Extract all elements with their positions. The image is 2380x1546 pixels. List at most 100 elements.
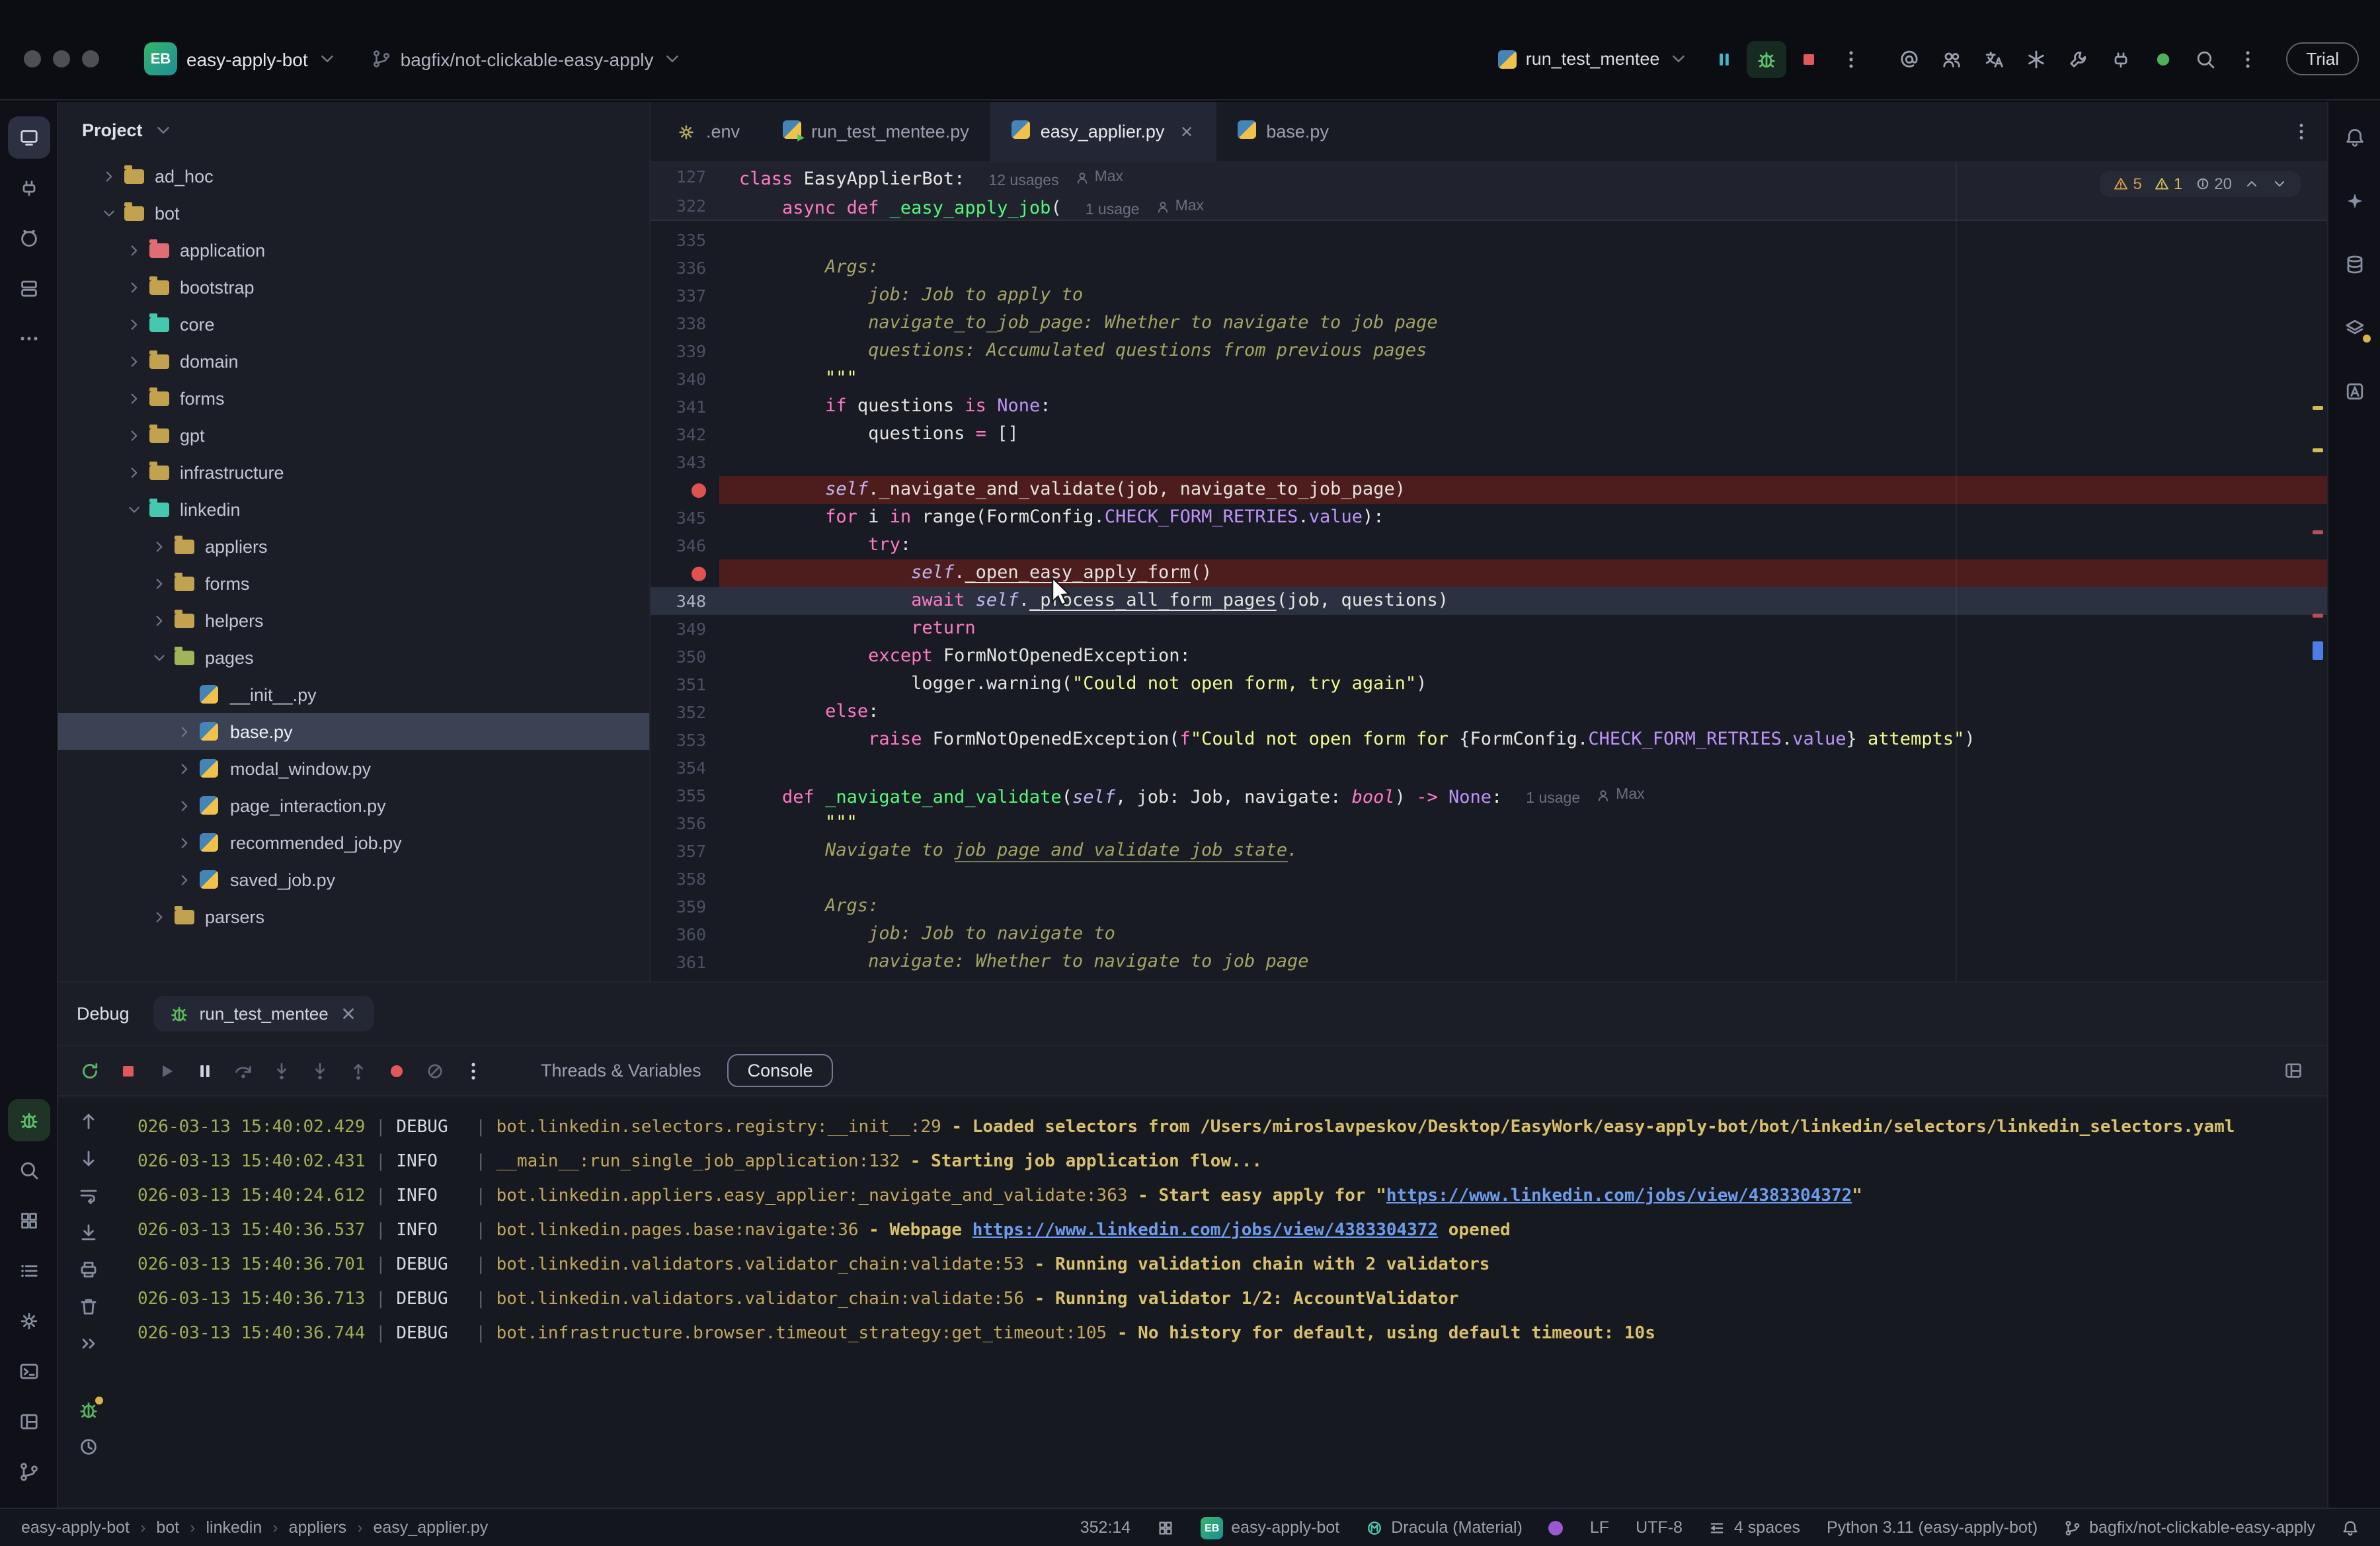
rerun-icon[interactable] — [71, 1053, 107, 1088]
inspections-widget[interactable]: 51 20 — [2100, 171, 2301, 197]
git-branch-widget[interactable]: bagfix/not-clickable-easy-apply — [2064, 1518, 2315, 1537]
line-separator[interactable]: LF — [1590, 1518, 1609, 1537]
project-widget[interactable]: EBeasy-apply-bot — [1201, 1516, 1339, 1539]
tree-item-pages[interactable]: pages — [58, 639, 649, 676]
chevron-right-icon[interactable] — [172, 871, 196, 888]
translate-icon[interactable] — [1974, 40, 2014, 77]
debug-icon[interactable] — [1747, 40, 1786, 77]
chevron-right-icon[interactable] — [172, 723, 196, 740]
breadcrumb-item-linkedin[interactable]: linkedin — [206, 1518, 262, 1537]
view-breakpoints-icon[interactable] — [378, 1053, 414, 1088]
settings-icon[interactable] — [7, 1300, 50, 1342]
close-icon[interactable] — [339, 1004, 359, 1024]
next-issue-icon[interactable] — [2272, 176, 2287, 192]
screen-icon[interactable] — [7, 116, 50, 159]
print-icon[interactable] — [78, 1259, 99, 1280]
force-step-into-icon[interactable] — [301, 1053, 337, 1088]
debug-session-tab[interactable]: run_test_mentee — [153, 996, 375, 1032]
tab-run_test_mentee.py[interactable]: run_test_mentee.py — [761, 102, 990, 161]
tree-item-page_interaction.py[interactable]: page_interaction.py — [58, 787, 649, 824]
ai-icon[interactable] — [2333, 180, 2375, 222]
record-icon[interactable] — [2143, 40, 2183, 77]
github-icon[interactable] — [7, 217, 50, 259]
console-link[interactable]: https://www.linkedin.com/jobs/view/43833… — [1386, 1186, 1852, 1206]
gutter-344[interactable] — [651, 476, 719, 504]
problems-icon[interactable] — [7, 1401, 50, 1443]
chevron-right-icon[interactable] — [122, 315, 145, 333]
usages-hint[interactable]: 1 usage — [1526, 791, 1580, 807]
tree-item-bot[interactable]: bot — [58, 194, 649, 231]
warning-stripe-mark[interactable] — [2313, 406, 2323, 410]
search-icon[interactable] — [2186, 40, 2225, 77]
mute-breakpoints-icon[interactable] — [416, 1053, 452, 1088]
tree-item-core[interactable]: core — [58, 305, 649, 343]
breakpoint-dot[interactable] — [692, 483, 706, 497]
chevron-right-icon[interactable] — [172, 797, 196, 814]
debug-view-tab-console[interactable]: Console — [728, 1054, 833, 1087]
console-output[interactable]: 026-03-13 15:40:02.429 | DEBUG| bot.link… — [119, 1098, 2327, 1508]
tree-item-linkedin[interactable]: linkedin — [58, 491, 649, 528]
arrow-down-icon[interactable] — [78, 1148, 99, 1169]
caret-position[interactable]: 352:14 — [1080, 1518, 1130, 1537]
chevron-right-icon[interactable] — [122, 389, 145, 407]
notifications-icon[interactable] — [2333, 116, 2375, 159]
gutter-347[interactable] — [651, 559, 719, 587]
terminal-icon[interactable] — [7, 1350, 50, 1393]
tree-item-base.py[interactable]: base.py — [58, 713, 649, 750]
tree-item-recommended_job.py[interactable]: recommended_job.py — [58, 824, 649, 861]
ai-assistant-icon[interactable] — [1889, 40, 1929, 77]
git-branch-widget[interactable]: bagfix/not-clickable-easy-apply — [364, 43, 691, 75]
tree-item-appliers[interactable]: appliers — [58, 528, 649, 565]
wrench-icon[interactable] — [2059, 40, 2098, 77]
sticky-line-322[interactable]: 322 async def _easy_apply_job(1 usageMax — [651, 192, 2327, 221]
chevron-down-icon[interactable] — [122, 501, 145, 518]
scroll-end-icon[interactable] — [78, 1222, 99, 1243]
author-hint[interactable]: Max — [1596, 782, 1644, 809]
tree-item-forms[interactable]: forms — [58, 380, 649, 417]
window-layout[interactable] — [1157, 1519, 1174, 1536]
stop-icon[interactable] — [110, 1053, 145, 1088]
debug-process-icon[interactable] — [78, 1399, 99, 1420]
users-icon[interactable] — [1932, 40, 1971, 77]
info-count[interactable]: 20 — [2194, 175, 2232, 193]
error-stripe[interactable] — [2309, 163, 2327, 981]
warning-count[interactable]: 5 — [2114, 175, 2142, 193]
minimize-window-button[interactable] — [53, 50, 70, 67]
kebab-icon[interactable] — [455, 1053, 491, 1088]
packages-icon[interactable] — [7, 1200, 50, 1242]
chevron-right-icon[interactable] — [147, 538, 171, 555]
tree-item-bootstrap[interactable]: bootstrap — [58, 268, 649, 305]
tree-item-modal_window.py[interactable]: modal_window.py — [58, 750, 649, 787]
chevron-down-icon[interactable] — [97, 204, 120, 222]
history-icon[interactable] — [78, 1436, 99, 1457]
notifications[interactable] — [2342, 1519, 2359, 1536]
breadcrumb-item-appliers[interactable]: appliers — [289, 1518, 347, 1537]
tab-easy_applier.py[interactable]: easy_applier.py — [990, 102, 1216, 161]
breakpoint-dot[interactable] — [692, 566, 706, 581]
console-link[interactable]: https://www.linkedin.com/jobs/view/43833… — [972, 1221, 1438, 1241]
pause-icon[interactable] — [1704, 40, 1744, 77]
indent-widget[interactable]: 4 spaces — [1709, 1518, 1800, 1537]
chevron-right-icon[interactable] — [122, 241, 145, 259]
tree-item-infrastructure[interactable]: infrastructure — [58, 454, 649, 491]
step-over-icon[interactable] — [225, 1053, 260, 1088]
tree-item-ad_hoc[interactable]: ad_hoc — [58, 157, 649, 194]
tree-item-application[interactable]: application — [58, 231, 649, 268]
breadcrumb-item-easy-apply-bot[interactable]: easy-apply-bot — [21, 1518, 130, 1537]
breakpoint-stripe-mark[interactable] — [2313, 614, 2323, 618]
more-icon[interactable] — [7, 317, 50, 360]
tree-item-forms[interactable]: forms — [58, 565, 649, 602]
kebab-icon[interactable] — [2228, 40, 2268, 77]
chevron-right-icon[interactable] — [147, 612, 171, 629]
author-hint[interactable]: Max — [1156, 192, 1204, 221]
tab-list-kebab-icon[interactable] — [2276, 102, 2327, 161]
breadcrumb-item-bot[interactable]: bot — [156, 1518, 179, 1537]
pause-icon[interactable] — [186, 1053, 222, 1088]
warning-count[interactable]: 1 — [2154, 175, 2182, 193]
breadcrumb-item-easy_applier.py[interactable]: easy_applier.py — [374, 1518, 489, 1537]
chevron-down-icon[interactable] — [147, 649, 171, 666]
translation-icon[interactable] — [2333, 370, 2375, 413]
chevron-right-icon[interactable] — [122, 352, 145, 370]
chevrons-icon[interactable] — [78, 1333, 99, 1354]
breakpoint-stripe-mark[interactable] — [2313, 530, 2323, 534]
